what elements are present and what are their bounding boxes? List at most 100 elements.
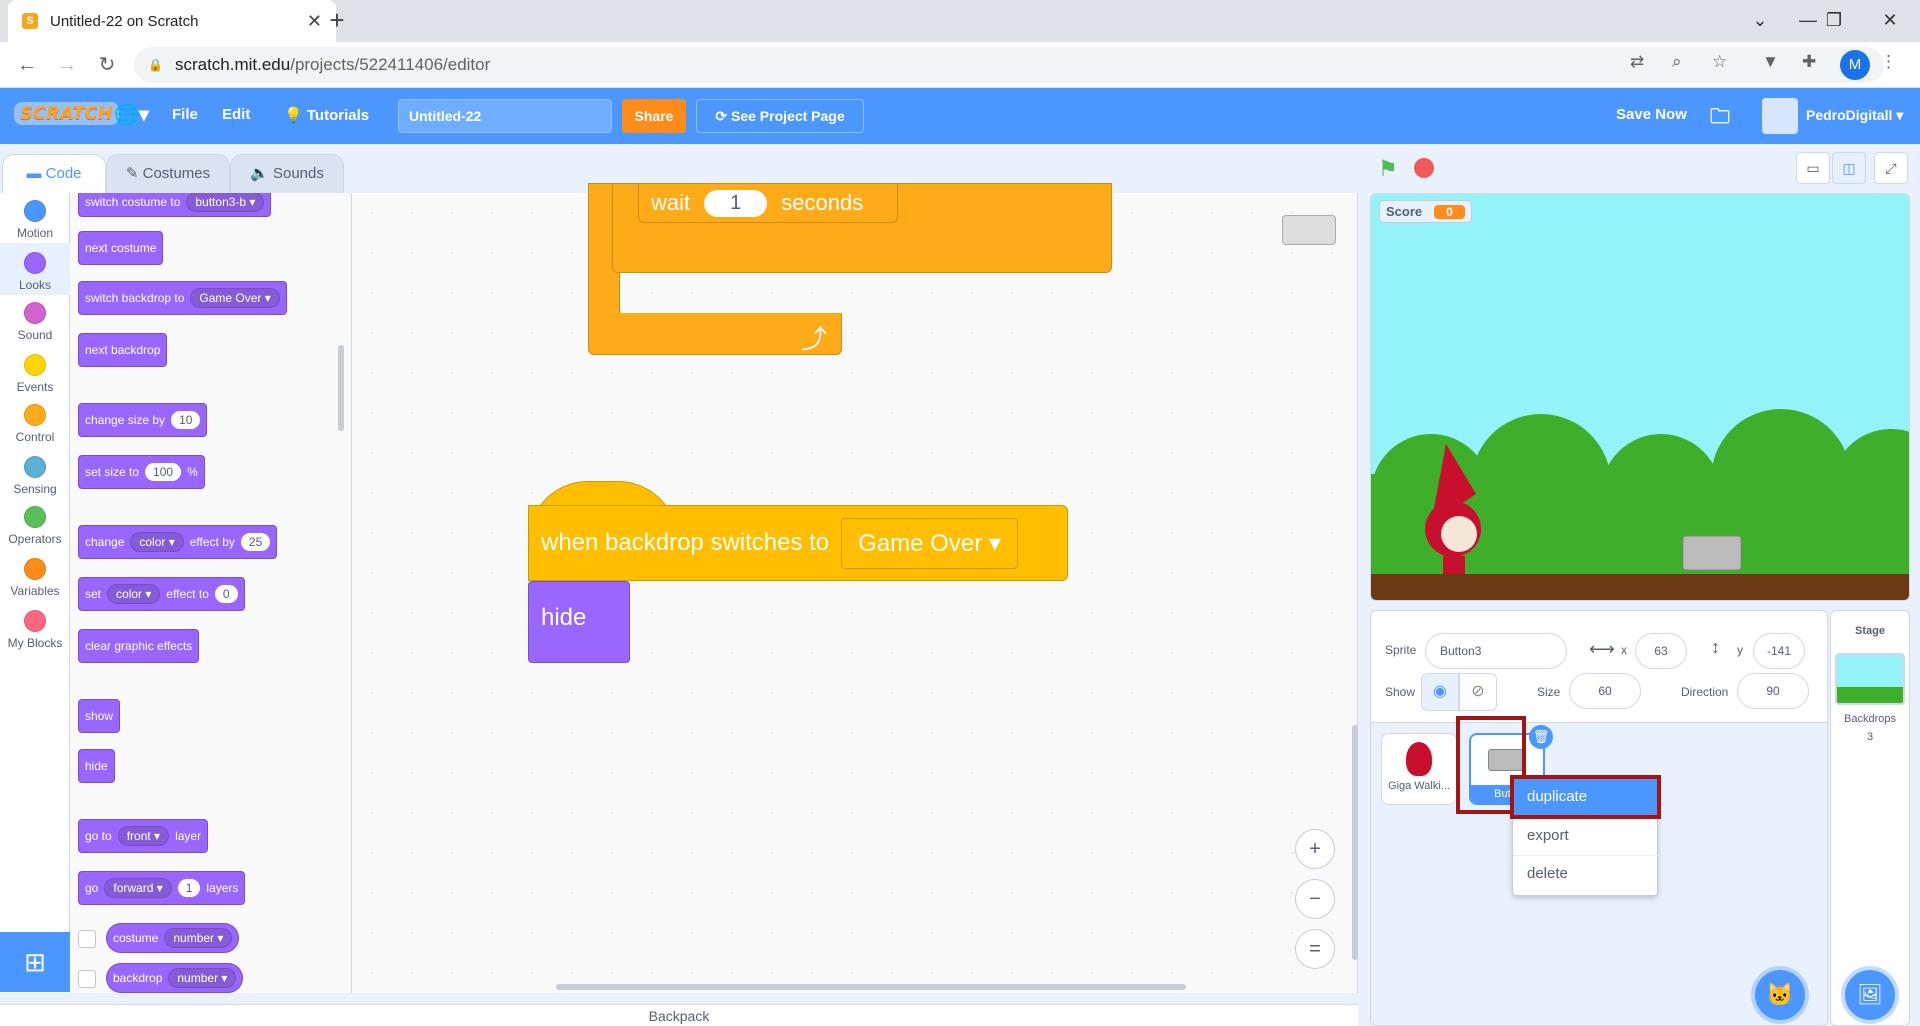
costume-reporter-checkbox[interactable] bbox=[78, 930, 96, 948]
context-export[interactable]: export bbox=[1513, 817, 1659, 853]
category-sensing[interactable]: Sensing bbox=[0, 456, 70, 496]
direction-dropdown[interactable]: forward ▾ bbox=[104, 878, 172, 898]
number-input[interactable]: 10 bbox=[171, 411, 201, 429]
effect-dropdown[interactable]: color ▾ bbox=[130, 532, 184, 552]
backdrop-dropdown[interactable]: Game Over ▾ bbox=[190, 288, 280, 308]
translate-icon[interactable]: ⇄ bbox=[1630, 52, 1644, 72]
restore-icon[interactable]: ❐ bbox=[1806, 0, 1862, 40]
block-set-effect[interactable]: set color ▾ effect to 0 bbox=[78, 577, 245, 611]
y-input[interactable]: -141 bbox=[1753, 633, 1805, 669]
bookmark-star-icon[interactable]: ☆ bbox=[1712, 52, 1727, 72]
forward-icon[interactable]: → bbox=[52, 50, 82, 80]
costume-dropdown[interactable]: button3-b ▾ bbox=[186, 193, 265, 212]
block-next-costume[interactable]: next costume bbox=[78, 231, 164, 265]
category-my-blocks[interactable]: My Blocks bbox=[0, 610, 70, 650]
backdrop-reporter-checkbox[interactable] bbox=[78, 970, 96, 988]
user-avatar[interactable] bbox=[1762, 98, 1798, 134]
block-show[interactable]: show bbox=[78, 699, 121, 733]
block-hide-workspace[interactable]: hide bbox=[528, 581, 630, 663]
add-extension-button[interactable]: ⊞ bbox=[0, 932, 70, 992]
number-input[interactable]: 100 bbox=[145, 463, 182, 481]
add-backdrop-button[interactable]: 🖼 bbox=[1845, 970, 1895, 1020]
language-globe-icon[interactable]: 🌐▾ bbox=[114, 102, 149, 127]
fullscreen-icon[interactable]: ⤢ bbox=[1874, 152, 1908, 184]
extension-icon[interactable]: ▼ bbox=[1762, 52, 1779, 72]
zoom-out-button[interactable]: − bbox=[1295, 879, 1335, 919]
hide-visible-icon[interactable]: ⊘ bbox=[1459, 673, 1497, 711]
block-clear-effects[interactable]: clear graphic effects bbox=[78, 629, 200, 663]
zoom-in-button[interactable]: + bbox=[1295, 829, 1335, 869]
block-costume-reporter[interactable]: costume number ▾ bbox=[106, 923, 240, 953]
puzzle-icon[interactable]: ✚ bbox=[1802, 52, 1816, 72]
block-next-backdrop[interactable]: next backdrop bbox=[78, 333, 168, 367]
category-sound[interactable]: Sound bbox=[0, 302, 70, 342]
close-window-icon[interactable]: ✕ bbox=[1862, 0, 1918, 40]
block-when-backdrop-switches[interactable]: when backdrop switches to Game Over ▾ bbox=[528, 505, 1068, 581]
save-now-button[interactable]: Save Now bbox=[1616, 106, 1687, 123]
close-tab-icon[interactable]: ✕ bbox=[307, 11, 322, 32]
block-go-layers[interactable]: go forward ▾ 1 layers bbox=[78, 871, 246, 905]
block-set-size[interactable]: set size to 100% bbox=[78, 455, 205, 489]
stage-canvas[interactable]: Score 0 bbox=[1370, 193, 1910, 601]
zoom-icon[interactable]: ⌕ bbox=[1672, 52, 1682, 72]
file-menu[interactable]: File bbox=[172, 106, 198, 123]
category-control[interactable]: Control bbox=[0, 404, 70, 444]
block-switch-costume[interactable]: switch costume to button3-b ▾ bbox=[78, 193, 272, 217]
backdrop-type-dropdown[interactable]: number ▾ bbox=[168, 968, 237, 988]
show-visible-icon[interactable]: ◉ bbox=[1421, 673, 1459, 711]
workspace-vertical-scrollbar[interactable] bbox=[1352, 725, 1358, 960]
normal-stage-icon[interactable]: ◫ bbox=[1832, 152, 1866, 184]
project-title-input[interactable]: Untitled-22 bbox=[398, 99, 612, 133]
category-motion[interactable]: Motion bbox=[0, 200, 70, 240]
category-looks[interactable]: Looks bbox=[0, 252, 70, 292]
see-project-page-button[interactable]: ⟳ See Project Page bbox=[696, 99, 864, 133]
number-input[interactable]: 25 bbox=[240, 533, 271, 551]
block-switch-backdrop[interactable]: switch backdrop to Game Over ▾ bbox=[78, 281, 287, 315]
number-input[interactable]: 1 bbox=[177, 879, 201, 897]
script-workspace[interactable]: ⤴ wait 1 seconds when backdrop switches … bbox=[352, 183, 1358, 993]
sprite-name-input[interactable]: Button3 bbox=[1425, 633, 1567, 669]
share-button[interactable]: Share bbox=[622, 99, 686, 133]
back-icon[interactable]: ← bbox=[12, 50, 42, 80]
layer-dropdown[interactable]: front ▾ bbox=[117, 826, 170, 846]
palette-scrollbar[interactable] bbox=[338, 345, 344, 431]
url-field[interactable]: 🔒 scratch.mit.edu/projects/522411406/edi… bbox=[134, 47, 1884, 83]
tutorials-button[interactable]: 💡 Tutorials bbox=[284, 106, 369, 124]
more-menu-icon[interactable]: ⋮ bbox=[1880, 52, 1897, 72]
block-change-size[interactable]: change size by 10 bbox=[78, 403, 208, 437]
reload-icon[interactable]: ↻ bbox=[92, 50, 122, 80]
x-input[interactable]: 63 bbox=[1635, 633, 1687, 669]
category-variables[interactable]: Variables bbox=[0, 558, 70, 598]
costume-type-dropdown[interactable]: number ▾ bbox=[164, 928, 233, 948]
backpack-bar[interactable]: Backpack bbox=[0, 1004, 1358, 1026]
profile-avatar[interactable]: M bbox=[1840, 50, 1870, 80]
tab-code[interactable]: ▬ Code bbox=[2, 154, 106, 194]
category-operators[interactable]: Operators bbox=[0, 506, 70, 546]
size-input[interactable]: 60 bbox=[1569, 673, 1641, 709]
stop-icon[interactable] bbox=[1414, 158, 1434, 178]
effect-dropdown[interactable]: color ▾ bbox=[107, 584, 161, 604]
category-events[interactable]: Events bbox=[0, 354, 70, 394]
add-sprite-button[interactable]: 🐱 bbox=[1755, 970, 1805, 1020]
delete-sprite-icon[interactable]: 🗑 bbox=[1529, 725, 1553, 749]
number-input[interactable]: 0 bbox=[214, 585, 238, 603]
username-menu[interactable]: PedroDigitall ▾ bbox=[1806, 107, 1903, 124]
sprite-thumb-giga[interactable]: Giga Walki... bbox=[1381, 733, 1457, 805]
zoom-reset-button[interactable]: = bbox=[1295, 929, 1335, 969]
browser-tab[interactable]: S Untitled-22 on Scratch ✕ bbox=[8, 0, 336, 42]
number-input[interactable]: 1 bbox=[704, 189, 768, 217]
edit-menu[interactable]: Edit bbox=[222, 106, 250, 123]
new-tab-button[interactable]: + bbox=[322, 6, 352, 36]
backdrop-thumbnail[interactable] bbox=[1835, 653, 1905, 705]
my-stuff-folder-icon[interactable]: 🗀 bbox=[1710, 102, 1730, 136]
tab-costumes[interactable]: ✎ Costumes bbox=[106, 154, 230, 194]
hat-backdrop-dropdown[interactable]: Game Over ▾ bbox=[841, 517, 1018, 569]
block-hide[interactable]: hide bbox=[78, 749, 115, 783]
block-go-to-layer[interactable]: go to front ▾ layer bbox=[78, 819, 209, 853]
stage-selector[interactable]: Stage Backdrops 3 bbox=[1830, 610, 1910, 1026]
direction-input[interactable]: 90 bbox=[1737, 673, 1809, 709]
forever-loop-bottom[interactable]: ⤴ bbox=[588, 313, 842, 355]
workspace-horizontal-scrollbar[interactable] bbox=[556, 984, 1186, 990]
block-wait-seconds[interactable]: wait 1 seconds bbox=[638, 183, 898, 223]
block-backdrop-reporter[interactable]: backdrop number ▾ bbox=[106, 963, 244, 993]
